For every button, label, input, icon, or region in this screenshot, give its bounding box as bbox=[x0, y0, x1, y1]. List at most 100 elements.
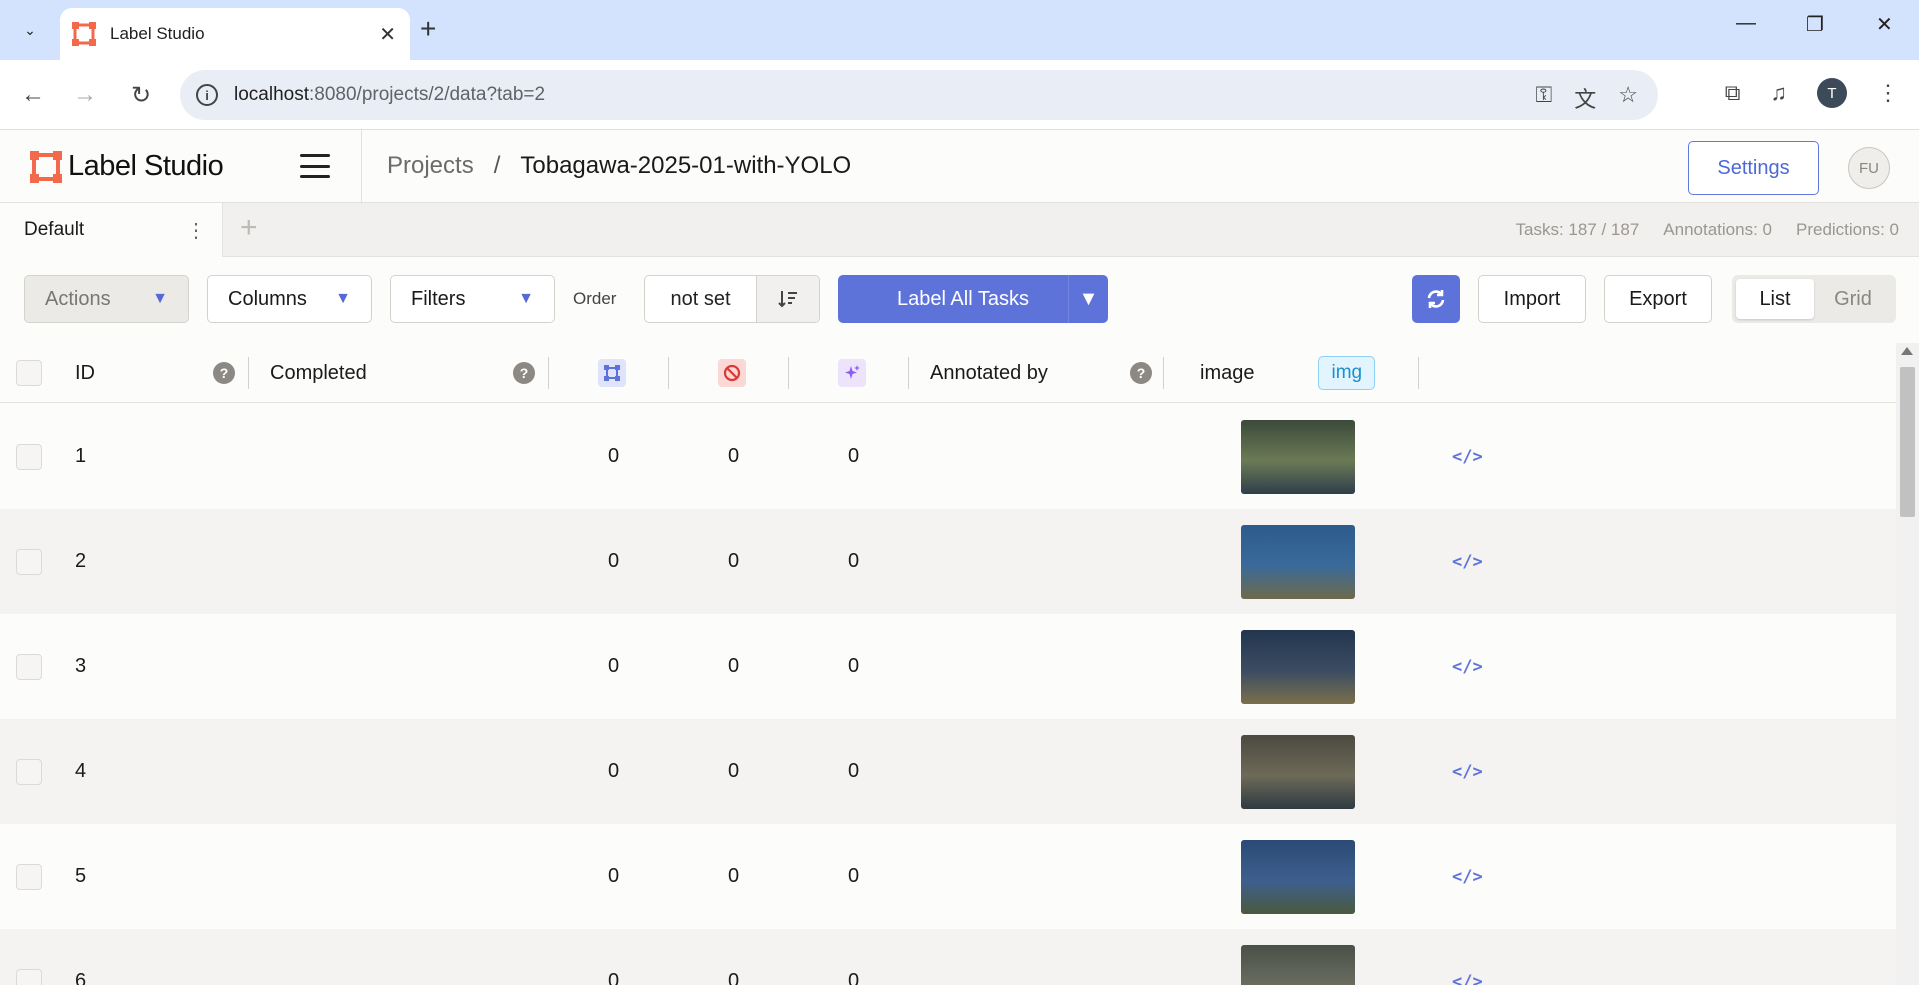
image-thumbnail[interactable] bbox=[1241, 629, 1355, 704]
restore-icon[interactable]: ❐ bbox=[1806, 12, 1824, 37]
forward-icon[interactable]: → bbox=[68, 78, 102, 112]
image-thumbnail[interactable] bbox=[1241, 839, 1355, 914]
help-icon[interactable]: ? bbox=[1130, 362, 1152, 384]
menu-hamburger-icon[interactable] bbox=[300, 154, 330, 178]
row-checkbox[interactable] bbox=[16, 443, 42, 470]
table-row[interactable]: 1 0 0 0 </> bbox=[0, 404, 1896, 509]
browser-menu-icon[interactable]: ⋮ bbox=[1877, 80, 1899, 106]
column-image[interactable]: image img bbox=[1200, 343, 1376, 403]
column-cancelled-annotations[interactable] bbox=[718, 343, 746, 403]
actions-label: Actions bbox=[45, 287, 111, 310]
column-separator bbox=[1163, 357, 1164, 389]
cell-id: 1 bbox=[75, 445, 87, 467]
address-bar[interactable]: i localhost:8080/projects/2/data?tab=2 ⚿… bbox=[180, 70, 1658, 120]
translate-icon[interactable]: 文 bbox=[1574, 82, 1596, 114]
image-thumbnail[interactable] bbox=[1241, 734, 1355, 809]
select-all-checkbox[interactable] bbox=[16, 360, 42, 386]
order-select[interactable]: not set bbox=[645, 276, 757, 322]
table-row[interactable]: 4 0 0 0 </> bbox=[0, 719, 1896, 824]
column-completed[interactable]: Completed ? bbox=[270, 343, 535, 403]
image-type-badge: img bbox=[1318, 356, 1376, 390]
code-view-icon[interactable]: </> bbox=[1452, 552, 1483, 572]
grid-view-toggle[interactable]: Grid bbox=[1814, 279, 1892, 319]
code-view-icon[interactable]: </> bbox=[1452, 867, 1483, 887]
column-id-label: ID bbox=[75, 361, 95, 384]
table-row[interactable]: 5 0 0 0 </> bbox=[0, 824, 1896, 929]
scroll-up-arrow-icon[interactable] bbox=[1901, 347, 1913, 355]
image-thumbnail[interactable] bbox=[1241, 524, 1355, 599]
actions-button[interactable]: Actions ▼ bbox=[24, 275, 189, 323]
row-checkbox[interactable] bbox=[16, 653, 42, 680]
add-tab-icon[interactable]: + bbox=[240, 211, 258, 245]
image-thumbnail[interactable] bbox=[1241, 944, 1355, 985]
browser-tabstrip: ⌄ Label Studio ✕ + — ❐ ✕ bbox=[0, 0, 1919, 60]
reload-icon[interactable]: ↻ bbox=[124, 78, 158, 112]
code-view-icon[interactable]: </> bbox=[1452, 762, 1483, 782]
columns-button[interactable]: Columns ▼ bbox=[207, 275, 372, 323]
browser-tab[interactable]: Label Studio ✕ bbox=[60, 8, 410, 60]
media-control-icon[interactable]: ♫ bbox=[1771, 80, 1788, 106]
cell-cancelled-annotations: 0 bbox=[728, 970, 740, 985]
minimize-icon[interactable]: — bbox=[1736, 12, 1756, 35]
tab-default[interactable]: Default ⋮ bbox=[0, 203, 223, 257]
profile-avatar[interactable]: T bbox=[1817, 78, 1847, 108]
code-view-icon[interactable]: </> bbox=[1452, 657, 1483, 677]
tab-search-dropdown-icon[interactable]: ⌄ bbox=[10, 12, 50, 48]
refresh-button[interactable] bbox=[1412, 275, 1460, 323]
code-view-icon[interactable]: </> bbox=[1452, 972, 1483, 985]
breadcrumb-projects-link[interactable]: Projects bbox=[387, 152, 474, 180]
password-key-icon[interactable]: ⚿ bbox=[1536, 82, 1553, 114]
settings-button[interactable]: Settings bbox=[1688, 141, 1819, 195]
cell-total-annotations: 0 bbox=[608, 865, 620, 887]
row-checkbox[interactable] bbox=[16, 968, 42, 985]
row-checkbox[interactable] bbox=[16, 863, 42, 890]
filters-button[interactable]: Filters ▼ bbox=[390, 275, 555, 323]
back-icon[interactable]: ← bbox=[16, 78, 50, 112]
chevron-down-icon: ▼ bbox=[335, 290, 351, 307]
row-checkbox[interactable] bbox=[16, 548, 42, 575]
list-view-toggle[interactable]: List bbox=[1736, 279, 1814, 319]
table-scrollbar[interactable] bbox=[1896, 343, 1919, 985]
table-row[interactable]: 6 0 0 0 </> bbox=[0, 929, 1896, 985]
cell-cancelled-annotations: 0 bbox=[728, 550, 740, 572]
tab-default-label: Default bbox=[24, 219, 85, 240]
image-thumbnail[interactable] bbox=[1241, 419, 1355, 494]
code-view-icon[interactable]: </> bbox=[1452, 447, 1483, 467]
cell-id: 4 bbox=[75, 760, 87, 782]
export-button[interactable]: Export bbox=[1604, 275, 1712, 323]
row-checkbox[interactable] bbox=[16, 758, 42, 785]
table-row[interactable]: 2 0 0 0 </> bbox=[0, 509, 1896, 614]
help-icon[interactable]: ? bbox=[513, 362, 535, 384]
tab-close-icon[interactable]: ✕ bbox=[379, 22, 396, 47]
sort-direction-icon[interactable] bbox=[757, 276, 819, 322]
column-id[interactable]: ID ? bbox=[75, 343, 235, 403]
cell-predictions: 0 bbox=[848, 865, 860, 887]
cell-id: 6 bbox=[75, 970, 87, 985]
table-row[interactable]: 3 0 0 0 </> bbox=[0, 614, 1896, 719]
logo[interactable]: Label Studio bbox=[30, 150, 224, 183]
predictions-sparkle-icon bbox=[838, 359, 866, 387]
label-all-dropdown-icon[interactable]: ▼ bbox=[1068, 275, 1108, 323]
site-info-icon[interactable]: i bbox=[196, 84, 218, 106]
column-total-annotations[interactable] bbox=[598, 343, 626, 403]
extensions-icon[interactable]: ⧉ bbox=[1725, 80, 1741, 106]
window-close-icon[interactable]: ✕ bbox=[1876, 12, 1893, 37]
browser-tab-title: Label Studio bbox=[110, 24, 205, 43]
help-icon[interactable]: ? bbox=[213, 362, 235, 384]
breadcrumb: Projects / Tobagawa-2025-01-with-YOLO bbox=[387, 152, 851, 180]
new-tab-icon[interactable]: + bbox=[420, 14, 436, 44]
import-button[interactable]: Import bbox=[1478, 275, 1586, 323]
column-predictions[interactable] bbox=[838, 343, 866, 403]
label-all-tasks-button[interactable]: Label All Tasks ▼ bbox=[838, 275, 1108, 323]
user-avatar[interactable]: FU bbox=[1848, 147, 1890, 189]
scroll-thumb[interactable] bbox=[1900, 367, 1915, 517]
cell-id: 5 bbox=[75, 865, 87, 887]
column-completed-label: Completed bbox=[270, 361, 367, 384]
tab-menu-icon[interactable]: ⋮ bbox=[184, 218, 208, 243]
bookmark-star-icon[interactable]: ☆ bbox=[1618, 82, 1638, 114]
column-annotated-by[interactable]: Annotated by ? bbox=[930, 343, 1152, 403]
url-path: :8080/projects/2/data?tab=2 bbox=[309, 84, 546, 105]
data-manager-toolbar: Actions ▼ Columns ▼ Filters ▼ Order not … bbox=[0, 257, 1919, 343]
cell-total-annotations: 0 bbox=[608, 445, 620, 467]
breadcrumb-current-project: Tobagawa-2025-01-with-YOLO bbox=[520, 152, 852, 179]
